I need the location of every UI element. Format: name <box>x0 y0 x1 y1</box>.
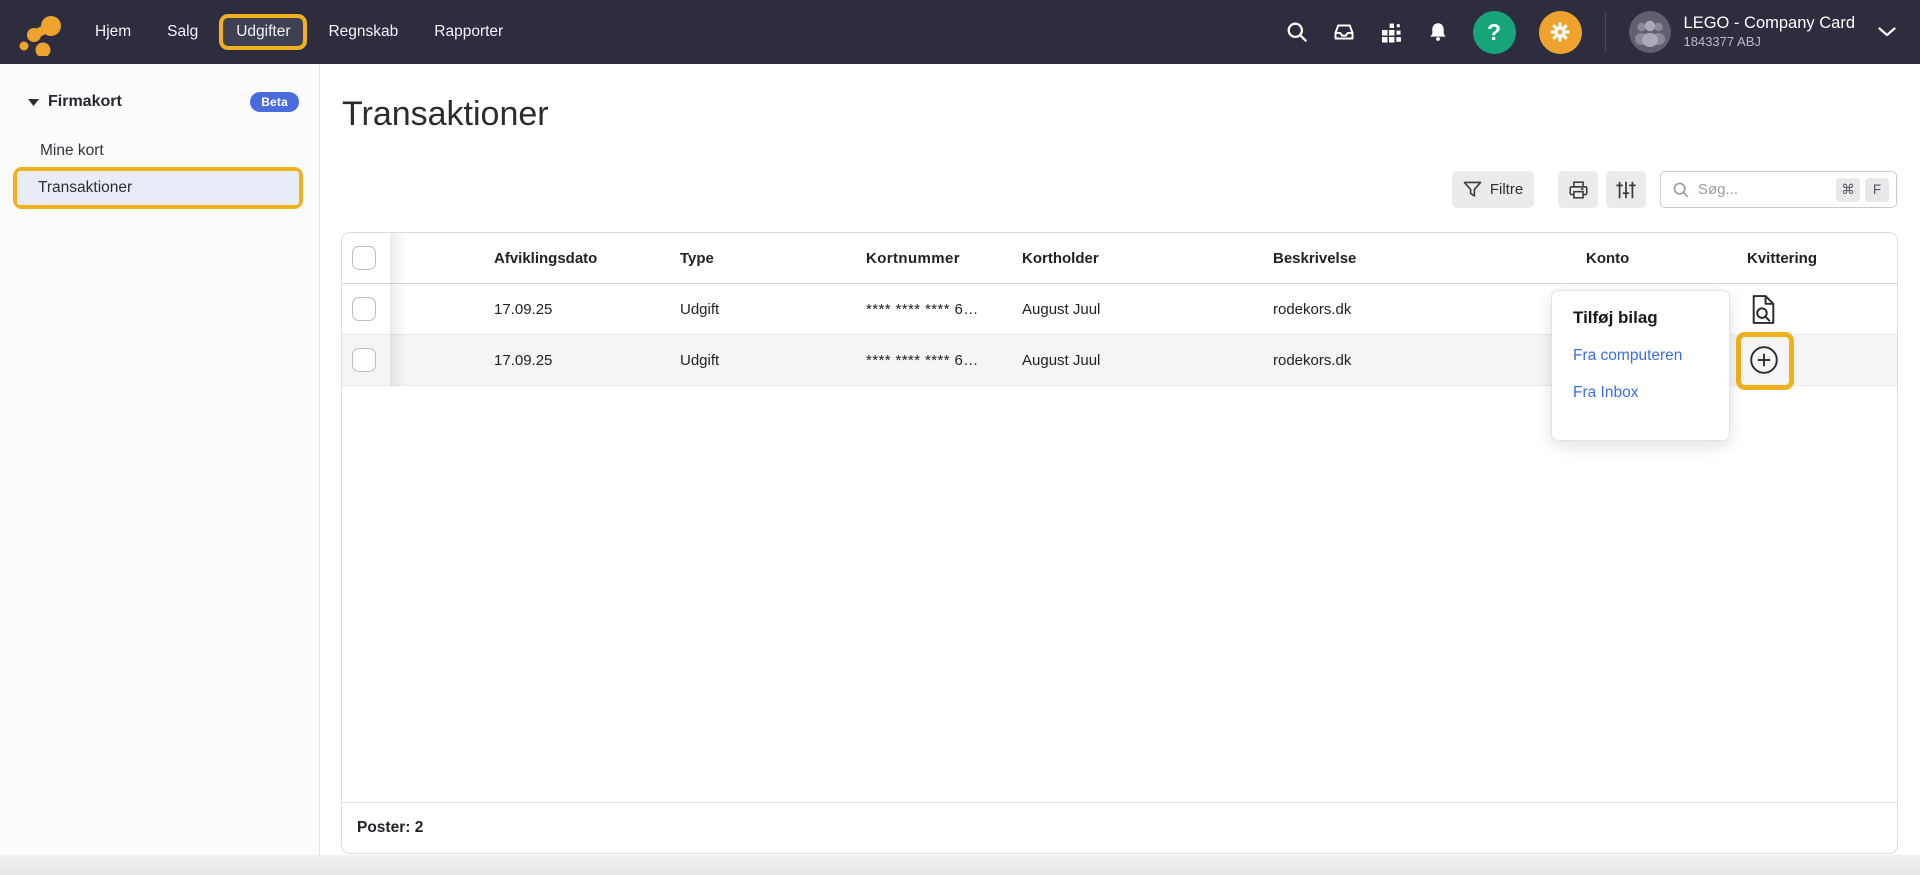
search-input-icon <box>1673 182 1689 197</box>
cell-type: Udgift <box>680 352 720 369</box>
chevron-down-icon[interactable] <box>1878 27 1896 37</box>
record-count: Poster: 2 <box>357 819 424 836</box>
keyboard-shortcut-f: F <box>1865 177 1889 202</box>
account-name: LEGO - Company Card <box>1683 14 1855 33</box>
cell-afviklingsdato: 17.09.25 <box>494 301 553 318</box>
account-labels: LEGO - Company Card 1843377 ABJ <box>1684 13 1855 51</box>
cell-kortnummer: **** **** **** 6… <box>866 352 979 369</box>
col-header-konto[interactable]: Konto <box>1586 233 1629 284</box>
col-header-afviklingsdato[interactable]: Afviklingsdato <box>494 233 597 284</box>
main-nav: Hjem Salg Udgifter Regnskab Rapporter <box>80 14 518 50</box>
col-header-kortnummer[interactable]: Kortnummer <box>866 233 960 284</box>
viewport-bottom-edge <box>0 855 1920 875</box>
billy-logo[interactable] <box>14 8 62 56</box>
nav-item-rapporter[interactable]: Rapporter <box>419 14 518 50</box>
apps-grid-icon[interactable] <box>1379 20 1403 44</box>
keyboard-shortcut-cmd: ⌘ <box>1836 177 1860 202</box>
col-header-kvittering[interactable]: Kvittering <box>1747 233 1817 284</box>
settings-button[interactable] <box>1538 10 1582 54</box>
receipt-view-button[interactable] <box>1750 294 1777 328</box>
table-footer: Poster: 2 <box>342 802 1897 853</box>
topbar: Hjem Salg Udgifter Regnskab Rapporter ? … <box>0 0 1920 64</box>
sidebar: Firmakort Beta Mine kort Transaktioner <box>0 64 320 855</box>
column-settings-button[interactable] <box>1606 171 1646 208</box>
account-menu[interactable]: LEGO - Company Card 1843377 ABJ <box>1628 11 1896 53</box>
row-checkbox[interactable] <box>352 348 376 372</box>
cell-beskrivelse: rodekors.dk <box>1273 352 1352 369</box>
funnel-icon <box>1463 181 1482 197</box>
sidebar-section-label: Firmakort <box>48 93 122 110</box>
print-button[interactable] <box>1558 171 1598 208</box>
cell-type: Udgift <box>680 301 720 318</box>
notifications-bell-icon[interactable] <box>1426 20 1450 44</box>
popup-option-fra-computeren[interactable]: Fra computeren <box>1573 347 1708 365</box>
sidebar-section-firmakort[interactable]: Firmakort Beta <box>28 92 299 112</box>
filter-button-label: Filtre <box>1489 181 1524 198</box>
row-checkbox[interactable] <box>352 297 376 321</box>
account-number: 1843377 ABJ <box>1683 33 1761 49</box>
search-input[interactable] <box>1698 181 1831 198</box>
col-header-kortholder[interactable]: Kortholder <box>1022 233 1099 284</box>
nav-item-regnskab[interactable]: Regnskab <box>313 14 413 50</box>
filter-button[interactable]: Filtre <box>1452 171 1534 208</box>
nav-item-salg[interactable]: Salg <box>152 14 213 50</box>
search-box: ⌘ F <box>1660 171 1897 208</box>
gear-icon <box>1550 22 1570 42</box>
search-icon[interactable] <box>1285 20 1309 44</box>
popup-option-fra-inbox[interactable]: Fra Inbox <box>1573 384 1708 402</box>
sidebar-item-mine-kort[interactable]: Mine kort <box>40 142 104 160</box>
question-icon: ? <box>1486 18 1502 45</box>
collapse-caret-icon[interactable] <box>28 98 39 106</box>
add-attachment-popup: Tilføj bilag Fra computeren Fra Inbox <box>1551 290 1730 441</box>
cell-beskrivelse: rodekors.dk <box>1273 301 1352 318</box>
inbox-icon[interactable] <box>1332 20 1356 44</box>
add-receipt-button[interactable] <box>1749 345 1779 378</box>
cell-kortnummer: **** **** **** 6… <box>866 301 979 318</box>
beta-badge: Beta <box>250 92 299 112</box>
popup-title: Tilføj bilag <box>1573 308 1658 327</box>
printer-icon <box>1568 180 1588 199</box>
cell-kortholder: August Juul <box>1022 352 1101 369</box>
cell-kortholder: August Juul <box>1022 301 1101 318</box>
highlight-box-transaktioner: Transaktioner <box>13 167 303 209</box>
help-button[interactable]: ? <box>1472 10 1516 54</box>
sliders-icon <box>1616 181 1636 198</box>
col-header-beskrivelse[interactable]: Beskrivelse <box>1273 233 1356 284</box>
app-window: Hjem Salg Udgifter Regnskab Rapporter ? … <box>0 0 1920 875</box>
page-title: Transaktioner <box>342 95 549 133</box>
topbar-divider <box>1604 13 1606 51</box>
table-header-row: Afviklingsdato Type Kortnummer Kortholde… <box>342 233 1897 284</box>
plus-circle-icon <box>1750 346 1778 374</box>
nav-item-udgifter[interactable]: Udgifter <box>219 14 308 50</box>
sidebar-item-transaktioner[interactable]: Transaktioner <box>17 171 299 205</box>
nav-item-hjem[interactable]: Hjem <box>80 14 146 50</box>
col-header-type[interactable]: Type <box>680 233 714 284</box>
topbar-actions: ? LEGO - Company Card 1843377 ABJ <box>1285 10 1920 54</box>
select-all-checkbox[interactable] <box>352 246 376 270</box>
receipt-preview-icon <box>1752 295 1775 324</box>
avatar <box>1628 11 1671 53</box>
cell-afviklingsdato: 17.09.25 <box>494 352 553 369</box>
